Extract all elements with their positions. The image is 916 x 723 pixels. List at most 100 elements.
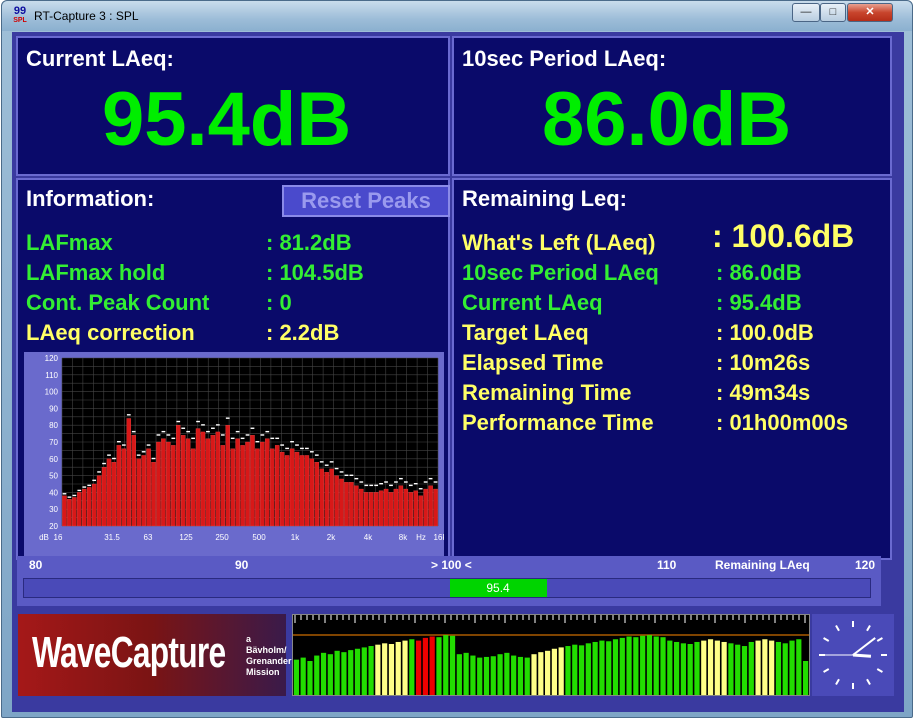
spectrum-x-tick: 2k [327, 533, 336, 542]
reset-peaks-button[interactable]: Reset Peaks [282, 185, 450, 217]
meter-scale-80: 80 [29, 558, 43, 572]
spectrum-bar [176, 425, 181, 527]
spectrum-peak-marker [359, 481, 364, 483]
spectrum-peak-marker [220, 434, 225, 436]
spectrum-bar [373, 492, 379, 527]
spectrum-bar [200, 431, 206, 527]
spectrum-x-tick: 16 [54, 533, 63, 542]
spectrum-peak-marker [77, 489, 82, 492]
spectrum-bar [270, 448, 275, 527]
spectrum-bar [141, 455, 146, 527]
vu-bar [769, 640, 775, 695]
spectrum-peak-marker [156, 434, 161, 436]
vu-bar [341, 652, 347, 695]
vu-bar [388, 644, 395, 695]
vu-bar [327, 654, 333, 695]
spectrum-peak-marker [399, 477, 403, 480]
rem-value-target: : 100.0dB [716, 320, 814, 345]
vu-bar [382, 643, 388, 695]
spectrum-peak-marker [211, 427, 215, 429]
vu-bar [653, 636, 659, 695]
spectrum-y-tick: 80 [49, 421, 58, 430]
spectrum-peak-marker [260, 434, 265, 436]
clock-tick [876, 668, 883, 673]
spectrum-peak-marker [121, 444, 126, 446]
remaining-laeq-meter: 80 90 > 100 < 110 Remaining LAeq 120 95.… [17, 556, 881, 606]
spectrum-peak-marker [176, 420, 181, 423]
spectrum-bar [344, 482, 349, 527]
spectrum-bar [388, 492, 394, 527]
spectrum-bar [171, 445, 176, 527]
spectrum-bar [274, 445, 280, 527]
spectrum-peak-marker [285, 447, 289, 450]
spectrum-peak-marker [290, 441, 294, 443]
maximize-button[interactable]: □ [820, 3, 846, 22]
remaining-title: Remaining Leq: [462, 186, 628, 211]
spectrum-x-tick: 4k [364, 533, 373, 542]
spectrum-peak-marker [369, 484, 374, 487]
vu-bar [504, 652, 510, 695]
spectrum-bar [324, 472, 329, 527]
spectrum-x-tick: 125 [179, 533, 193, 542]
period-laeq-label: 10sec Period LAeq: [462, 46, 667, 71]
spectrum-x-tick: 1k [291, 533, 300, 542]
spectrum-bar [156, 441, 161, 527]
vu-bar [565, 646, 571, 695]
info-label-lafmax: LAFmax [26, 230, 113, 255]
rem-label-remaining-time: Remaining Time [462, 380, 632, 405]
spectrum-bar [294, 451, 300, 527]
vu-bar [429, 636, 435, 695]
spectrum-bar [279, 451, 285, 527]
spectrum-bar [62, 495, 67, 527]
spectrum-bar [403, 488, 409, 527]
app-icon[interactable]: 99 SPL [11, 6, 29, 27]
spectrum-bar [433, 488, 438, 527]
spectrum-y-tick: 30 [49, 505, 58, 514]
close-button[interactable]: ✕ [847, 3, 893, 22]
minimize-icon: — [800, 6, 812, 18]
vu-bar [483, 656, 490, 695]
vu-bar [619, 637, 625, 695]
minimize-button[interactable]: — [792, 3, 820, 22]
spectrum-bar [255, 448, 260, 527]
spectrum-y-tick: 40 [49, 488, 58, 497]
spectrum-bar [190, 448, 196, 527]
spectrum-bar [235, 438, 240, 527]
vu-bar [538, 652, 544, 695]
vu-bar [409, 639, 415, 695]
vu-bar [497, 654, 503, 695]
vu-bar [490, 656, 496, 695]
spectrum-peak-marker [265, 430, 270, 433]
spectrum-bar [250, 435, 255, 527]
vu-bar [348, 650, 354, 695]
spectrum-peak-marker [305, 447, 309, 450]
spectrum-peak-marker [235, 430, 240, 433]
vu-bar [416, 640, 422, 695]
vu-bar [646, 635, 653, 695]
vu-bar [361, 647, 367, 695]
spectrum-bar [398, 485, 404, 527]
spectrum-bar [428, 485, 433, 527]
vu-bar [707, 639, 714, 695]
vu-svg [293, 615, 809, 695]
spectrum-peak-marker [250, 427, 255, 429]
spectrum-bar [378, 490, 384, 527]
rem-value-elapsed: : 10m26s [716, 350, 811, 375]
spectrum-peak-marker [339, 471, 344, 473]
close-icon: ✕ [865, 6, 875, 18]
vu-bar [395, 641, 401, 695]
spectrum-svg: 120 110 100 90 80 70 60 50 40 30 20dB 16 31.5 63 125 25… [39, 354, 444, 542]
meter-track: 95.4 [23, 578, 871, 598]
title-bar[interactable]: 99 SPL RT-Capture 3 : SPL — □ ✕ [2, 1, 912, 31]
rem-label-period: 10sec Period LAeq [462, 260, 659, 285]
remaining-panel: Remaining Leq: What's Left (LAeq) : 100.… [452, 178, 892, 560]
spectrum-y-tick: 70 [49, 438, 58, 447]
vu-bar [572, 644, 578, 695]
spectrum-peak-marker [186, 430, 191, 433]
vu-bar [300, 657, 306, 695]
spectrum-peak-marker [196, 420, 200, 423]
spectrum-peak-marker [171, 437, 176, 440]
vu-bar [443, 635, 449, 695]
spectrum-bar [91, 483, 97, 527]
meter-title: Remaining LAeq [715, 558, 810, 572]
